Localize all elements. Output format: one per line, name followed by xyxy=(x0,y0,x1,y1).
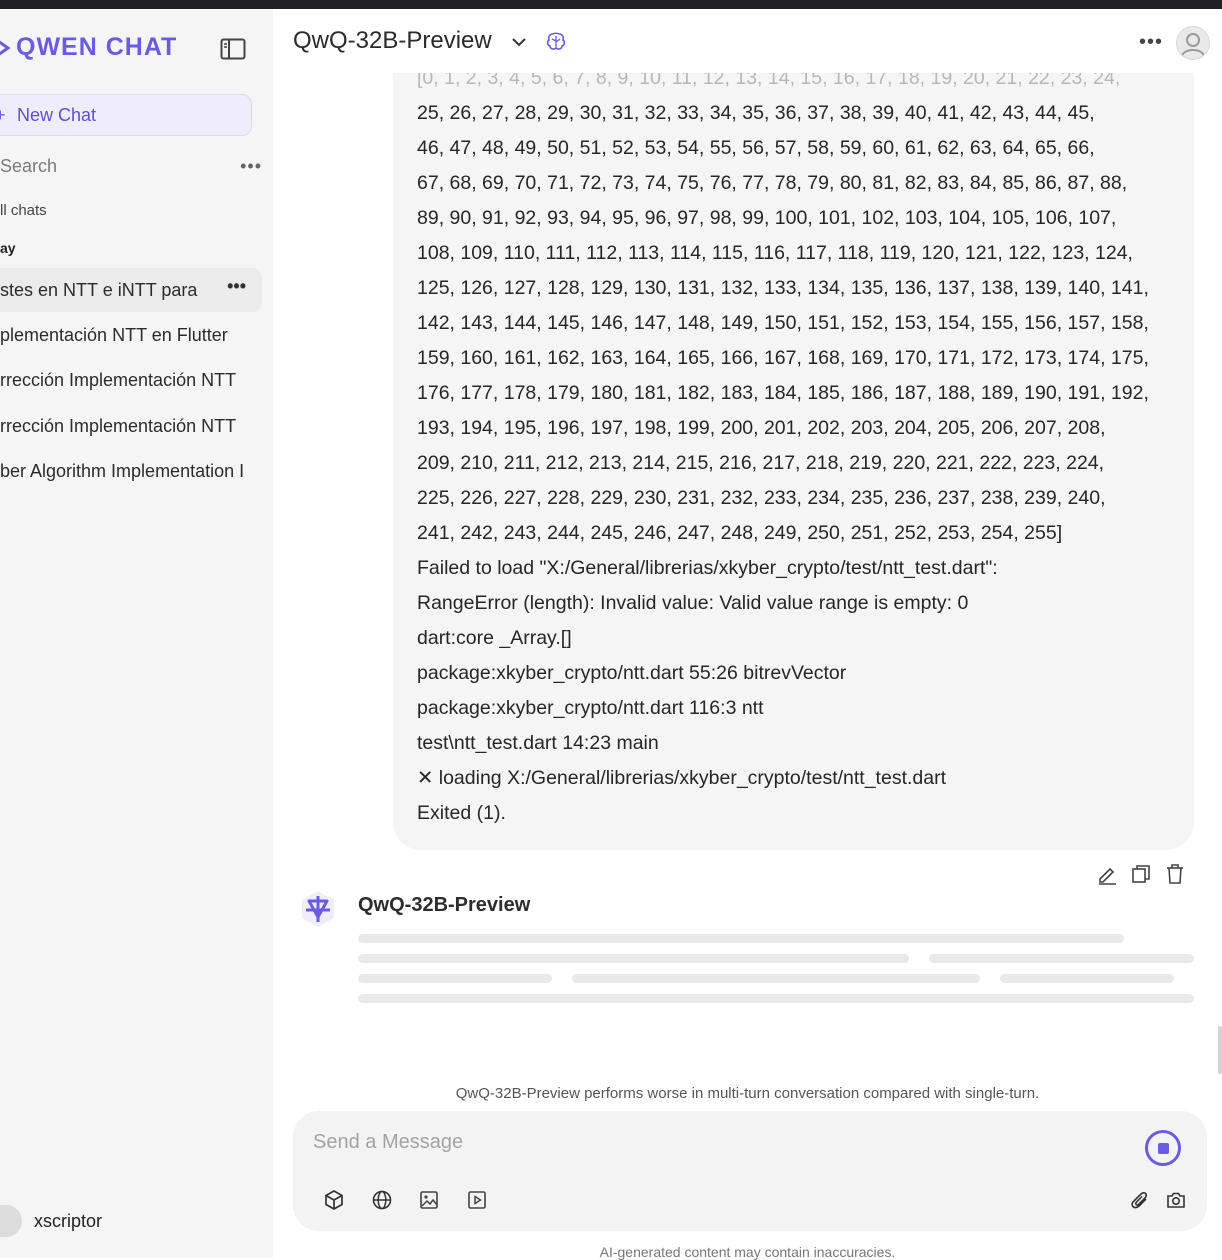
message-line: 142, 143, 144, 145, 146, 147, 148, 149, … xyxy=(417,312,1149,334)
stop-icon xyxy=(1157,1142,1169,1154)
copy-icon[interactable] xyxy=(1130,863,1152,885)
avatar xyxy=(0,1205,22,1237)
model-disclaimer: QwQ-32B-Preview performs worse in multi-… xyxy=(455,1085,1040,1102)
message-line: Failed to load "X:/General/librerias/xky… xyxy=(417,557,998,579)
chat-item-title: ber Algorithm Implementation I xyxy=(0,460,245,481)
brand[interactable]: QWEN CHAT xyxy=(0,33,177,62)
delete-icon[interactable] xyxy=(1164,863,1186,885)
chat-item-title: plementación NTT en Flutter xyxy=(0,324,228,345)
search-row: ••• xyxy=(0,152,262,180)
search-more-icon[interactable]: ••• xyxy=(240,157,262,175)
all-chats-label[interactable]: ll chats xyxy=(0,202,47,219)
chat-item[interactable]: plementación NTT en Flutter xyxy=(0,313,262,357)
message-line: 209, 210, 211, 212, 213, 214, 215, 216, … xyxy=(417,452,1105,474)
chat-group-label: ay xyxy=(0,240,16,256)
message-line: 241, 242, 243, 244, 245, 246, 247, 248, … xyxy=(417,522,1063,544)
sidebar: QWEN CHAT + New Chat ••• ll chats ay ste… xyxy=(0,9,273,1258)
message-input[interactable] xyxy=(313,1131,1113,1154)
chat-item-more-icon[interactable]: ••• xyxy=(227,276,246,297)
paperclip-icon[interactable] xyxy=(1129,1189,1151,1211)
loading-skeleton-line xyxy=(929,954,1194,963)
brain-icon[interactable] xyxy=(545,31,567,53)
scrollbar[interactable] xyxy=(1218,1026,1222,1074)
message-line: package:xkyber_crypto/ntt.dart 116:3 ntt xyxy=(417,697,764,719)
new-chat-button[interactable]: + New Chat xyxy=(0,94,252,136)
sidebar-toggle-icon[interactable] xyxy=(220,38,246,60)
model-selector-label[interactable]: QwQ-32B-Preview xyxy=(293,27,492,55)
chat-item-title: stes en NTT e iNTT para xyxy=(0,279,198,300)
message-line: [0, 1, 2, 3, 4, 5, 6, 7, 8, 9, 10, 11, 1… xyxy=(417,73,1121,89)
search-input[interactable] xyxy=(0,155,200,177)
chat-item-title: rrección Implementación NTT xyxy=(0,415,237,436)
message-line: 225, 226, 227, 228, 229, 230, 231, 232, … xyxy=(417,487,1106,509)
loading-skeleton-line xyxy=(358,954,909,963)
globe-icon[interactable] xyxy=(371,1189,393,1211)
qwen-assistant-logo-icon xyxy=(302,891,334,927)
message-line: 125, 126, 127, 128, 129, 130, 131, 132, … xyxy=(417,277,1149,299)
image-icon[interactable] xyxy=(418,1189,440,1211)
chat-item-title: rrección Implementación NTT xyxy=(0,369,237,390)
loading-skeleton-line xyxy=(1000,974,1174,983)
message-line: 46, 47, 48, 49, 50, 51, 52, 53, 54, 55, … xyxy=(417,137,1095,159)
user-message-bubble: [0, 1, 2, 3, 4, 5, 6, 7, 8, 9, 10, 11, 1… xyxy=(393,73,1194,850)
loading-skeleton-line xyxy=(358,934,1124,943)
message-line: 176, 177, 178, 179, 180, 181, 182, 183, … xyxy=(417,382,1149,404)
message-composer xyxy=(293,1111,1207,1231)
video-icon[interactable] xyxy=(466,1189,488,1211)
chat-header: QwQ-32B-Preview ••• xyxy=(273,9,1222,73)
message-line: 193, 194, 195, 196, 197, 198, 199, 200, … xyxy=(417,417,1106,439)
chat-item[interactable]: stes en NTT e iNTT para ••• xyxy=(0,268,262,312)
user-icon xyxy=(1181,33,1205,57)
edit-icon[interactable] xyxy=(1096,863,1118,885)
chat-item[interactable]: rrección Implementación NTT xyxy=(0,358,262,402)
new-chat-label: New Chat xyxy=(17,104,97,125)
message-line: 159, 160, 161, 162, 163, 164, 165, 166, … xyxy=(417,347,1149,369)
message-line: dart:core _Array.[] xyxy=(417,627,572,649)
message-line: 25, 26, 27, 28, 29, 30, 31, 32, 33, 34, … xyxy=(417,102,1095,124)
chat-item[interactable]: rrección Implementación NTT xyxy=(0,404,262,448)
message-line: ✕ loading X:/General/librerias/xkyber_cr… xyxy=(417,767,947,789)
message-line: 89, 90, 91, 92, 93, 94, 95, 96, 97, 98, … xyxy=(417,207,1117,229)
cube-icon[interactable] xyxy=(323,1189,345,1211)
camera-icon[interactable] xyxy=(1165,1189,1187,1211)
user-message-text: [0, 1, 2, 3, 4, 5, 6, 7, 8, 9, 10, 11, 1… xyxy=(417,73,1187,831)
message-line: package:xkyber_crypto/ntt.dart 55:26 bit… xyxy=(417,662,847,684)
message-actions xyxy=(1096,863,1186,885)
loading-skeleton-line xyxy=(358,974,552,983)
message-line: 108, 109, 110, 111, 112, 113, 114, 115, … xyxy=(417,242,1133,264)
message-line: Exited (1). xyxy=(417,802,506,824)
chevron-down-icon[interactable] xyxy=(511,34,527,50)
chat-item[interactable]: ber Algorithm Implementation I xyxy=(0,449,262,493)
assistant-name: QwQ-32B-Preview xyxy=(358,894,531,916)
loading-skeleton-line xyxy=(358,994,1194,1003)
user-profile[interactable]: xscriptor xyxy=(0,1205,102,1237)
plus-icon: + xyxy=(0,104,6,125)
window-top-bar xyxy=(0,0,1222,9)
user-avatar[interactable] xyxy=(1176,26,1210,60)
more-options-icon[interactable]: ••• xyxy=(1139,31,1163,54)
brand-name: QWEN CHAT xyxy=(16,33,178,61)
message-line: 67, 68, 69, 70, 71, 72, 73, 74, 75, 76, … xyxy=(417,172,1128,194)
qwen-logo-icon xyxy=(0,40,11,55)
loading-skeleton-line xyxy=(572,974,980,983)
user-name: xscriptor xyxy=(34,1210,103,1231)
message-line: RangeError (length): Invalid value: Vali… xyxy=(417,592,969,614)
stop-generation-button[interactable] xyxy=(1145,1130,1181,1166)
message-line: test\ntt_test.dart 14:23 main xyxy=(417,732,659,754)
